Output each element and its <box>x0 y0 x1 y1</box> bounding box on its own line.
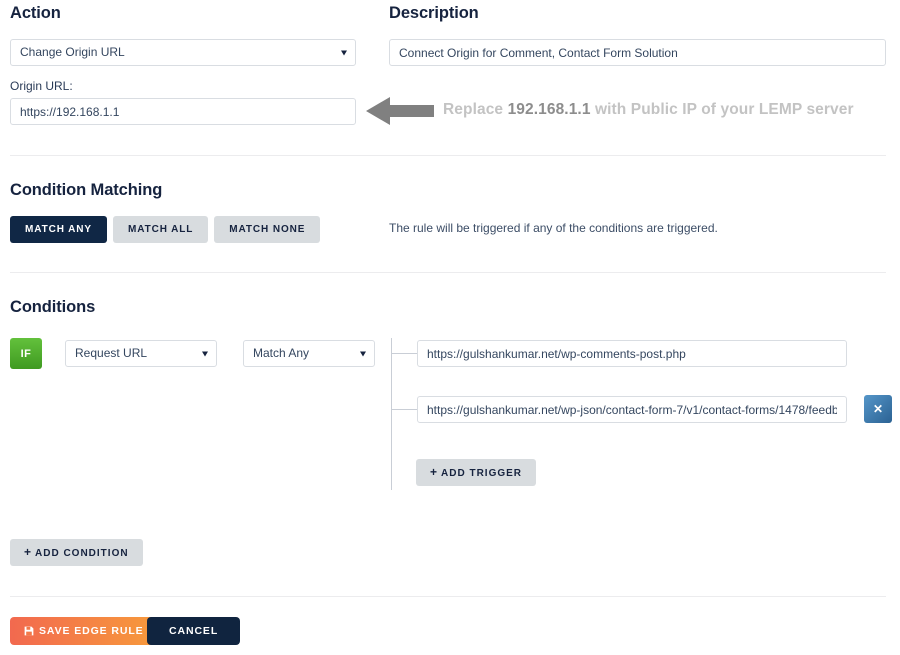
condition-operator-value: Match Any <box>253 341 350 366</box>
match-any-button[interactable]: MATCH ANY <box>10 216 107 243</box>
cancel-button[interactable]: CANCEL <box>147 617 240 645</box>
action-type-value: Change Origin URL <box>20 40 331 65</box>
condition-connector-trunk <box>391 338 392 490</box>
plus-icon: + <box>24 545 32 559</box>
annotation-highlight: 192.168.1.1 <box>508 101 591 118</box>
add-condition-label: ADD CONDITION <box>35 548 129 559</box>
trigger-value-input[interactable] <box>417 396 847 423</box>
origin-url-label: Origin URL: <box>10 79 356 93</box>
match-mode-group: MATCH ANY MATCH ALL MATCH NONE <box>10 216 320 243</box>
condition-variable-value: Request URL <box>75 341 192 366</box>
chevron-down-icon <box>341 50 347 55</box>
save-edge-rule-button[interactable]: SAVE EDGE RULE <box>10 617 158 645</box>
trigger-value-input[interactable] <box>417 340 847 367</box>
divider-middle <box>10 272 886 273</box>
plus-icon: + <box>430 465 438 479</box>
origin-url-input[interactable] <box>10 98 356 125</box>
conditions-section: Conditions <box>10 298 95 317</box>
edge-rule-editor-page: Action Change Origin URL Origin URL: Des… <box>0 0 900 655</box>
match-all-button[interactable]: MATCH ALL <box>113 216 208 243</box>
action-heading: Action <box>10 4 356 23</box>
arrow-left-icon <box>366 95 434 127</box>
add-condition-button[interactable]: +ADD CONDITION <box>10 539 143 566</box>
condition-connector-branch <box>391 353 417 354</box>
annotation-suffix: with Public IP of your LEMP server <box>591 101 854 118</box>
action-section: Action <box>10 4 356 23</box>
description-heading: Description <box>389 4 886 23</box>
match-none-button[interactable]: MATCH NONE <box>214 216 320 243</box>
chevron-down-icon <box>360 351 366 356</box>
description-input[interactable] <box>389 39 886 66</box>
divider-bottom <box>10 596 886 597</box>
if-badge: IF <box>10 338 42 369</box>
save-disk-icon <box>24 626 34 636</box>
remove-trigger-button[interactable]: ✕ <box>864 395 892 423</box>
add-trigger-label: ADD TRIGGER <box>441 468 522 479</box>
match-mode-hint: The rule will be triggered if any of the… <box>389 221 718 235</box>
annotation-prefix: Replace <box>443 101 508 118</box>
save-edge-rule-label: SAVE EDGE RULE <box>39 617 144 645</box>
condition-operator-select[interactable]: Match Any <box>243 340 375 367</box>
condition-matching-section: Condition Matching <box>10 181 162 200</box>
chevron-down-icon <box>202 351 208 356</box>
add-trigger-button[interactable]: +ADD TRIGGER <box>416 459 536 486</box>
description-section: Description <box>389 4 886 23</box>
condition-connector-branch <box>391 409 417 410</box>
condition-variable-select[interactable]: Request URL <box>65 340 217 367</box>
conditions-heading: Conditions <box>10 298 95 317</box>
condition-matching-heading: Condition Matching <box>10 181 162 200</box>
divider-top <box>10 155 886 156</box>
annotation-caption: Replace 192.168.1.1 with Public IP of yo… <box>443 101 854 119</box>
action-type-select[interactable]: Change Origin URL <box>10 39 356 66</box>
